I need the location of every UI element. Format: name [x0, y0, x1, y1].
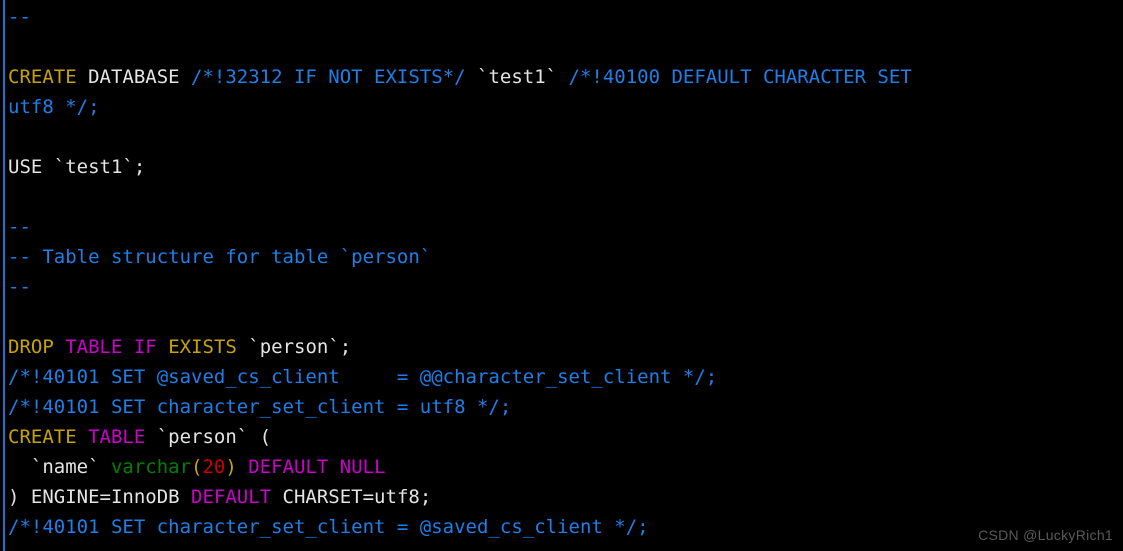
code-line: -- — [8, 2, 1123, 32]
code-text-area[interactable]: -- CREATE DATABASE /*!32312 IF NOT EXIST… — [8, 2, 1123, 542]
code-token-comment: -- — [8, 216, 31, 238]
code-token-kw: EXISTS — [168, 336, 237, 358]
code-token-punct: ) — [225, 456, 237, 478]
code-token-plain: ) ENGINE=InnoDB — [8, 486, 192, 508]
code-line: ) ENGINE=InnoDB DEFAULT CHARSET=utf8; — [8, 482, 1123, 512]
code-token-kw2: DEFAULT NULL — [248, 456, 386, 478]
code-line: -- Table structure for table `person` — [8, 242, 1123, 272]
code-token-kw2: DEFAULT — [191, 486, 272, 508]
code-token-kw: CREATE — [8, 426, 77, 448]
code-token-comment: -- — [8, 6, 31, 28]
code-line: DROP TABLE IF EXISTS `person`; — [8, 332, 1123, 362]
code-line: CREATE TABLE `person` ( — [8, 422, 1123, 452]
code-token-comment: -- — [8, 276, 31, 298]
csdn-watermark: CSDN @LuckyRich1 — [978, 527, 1113, 543]
code-line: USE `test1`; — [8, 152, 1123, 182]
code-token-kw2: TABLE — [88, 426, 146, 448]
code-token-comment: -- Table structure for table `person` — [8, 246, 432, 268]
code-token-plain: DATABASE — [76, 66, 192, 88]
code-token-plain: `test1` — [465, 66, 569, 88]
code-token-plain: `person`; — [236, 336, 352, 358]
code-token-comment: utf8 */; — [8, 96, 100, 118]
code-line: `name` varchar(20) DEFAULT NULL — [8, 452, 1123, 482]
code-token-plain: `person` ( — [145, 426, 272, 448]
sql-code-viewer: -- CREATE DATABASE /*!32312 IF NOT EXIST… — [0, 0, 1123, 551]
code-token-punct: ( — [191, 456, 203, 478]
code-token-comment: /*!40101 SET character_set_client = utf8… — [8, 396, 512, 418]
code-line: -- — [8, 212, 1123, 242]
code-token-kw: DROP — [8, 336, 54, 358]
left-edge-rule — [3, 0, 5, 551]
code-token-num: 20 — [202, 456, 226, 478]
code-token-comment: /*!40101 SET @saved_cs_client = @@charac… — [8, 366, 718, 388]
code-token-comment: /*!40100 DEFAULT CHARACTER SET — [568, 66, 912, 88]
code-line: /*!40101 SET character_set_client = @sav… — [8, 512, 1123, 542]
code-line: /*!40101 SET character_set_client = utf8… — [8, 392, 1123, 422]
code-line: -- — [8, 272, 1123, 302]
code-token-comment: /*!40101 SET character_set_client = @sav… — [8, 516, 649, 538]
code-line: CREATE DATABASE /*!32312 IF NOT EXISTS*/… — [8, 62, 1123, 92]
code-token-comment: /*!32312 IF NOT EXISTS*/ — [191, 66, 466, 88]
code-token-type: varchar — [110, 456, 192, 478]
code-line: utf8 */; — [8, 92, 1123, 122]
code-token-plain: `name` — [8, 456, 111, 478]
code-token-kw2: TABLE IF — [65, 336, 157, 358]
code-line: /*!40101 SET @saved_cs_client = @@charac… — [8, 362, 1123, 392]
code-token-kw: CREATE — [8, 66, 77, 88]
code-token-plain: CHARSET=utf8; — [271, 486, 432, 508]
code-token-plain: USE `test1`; — [8, 156, 146, 178]
